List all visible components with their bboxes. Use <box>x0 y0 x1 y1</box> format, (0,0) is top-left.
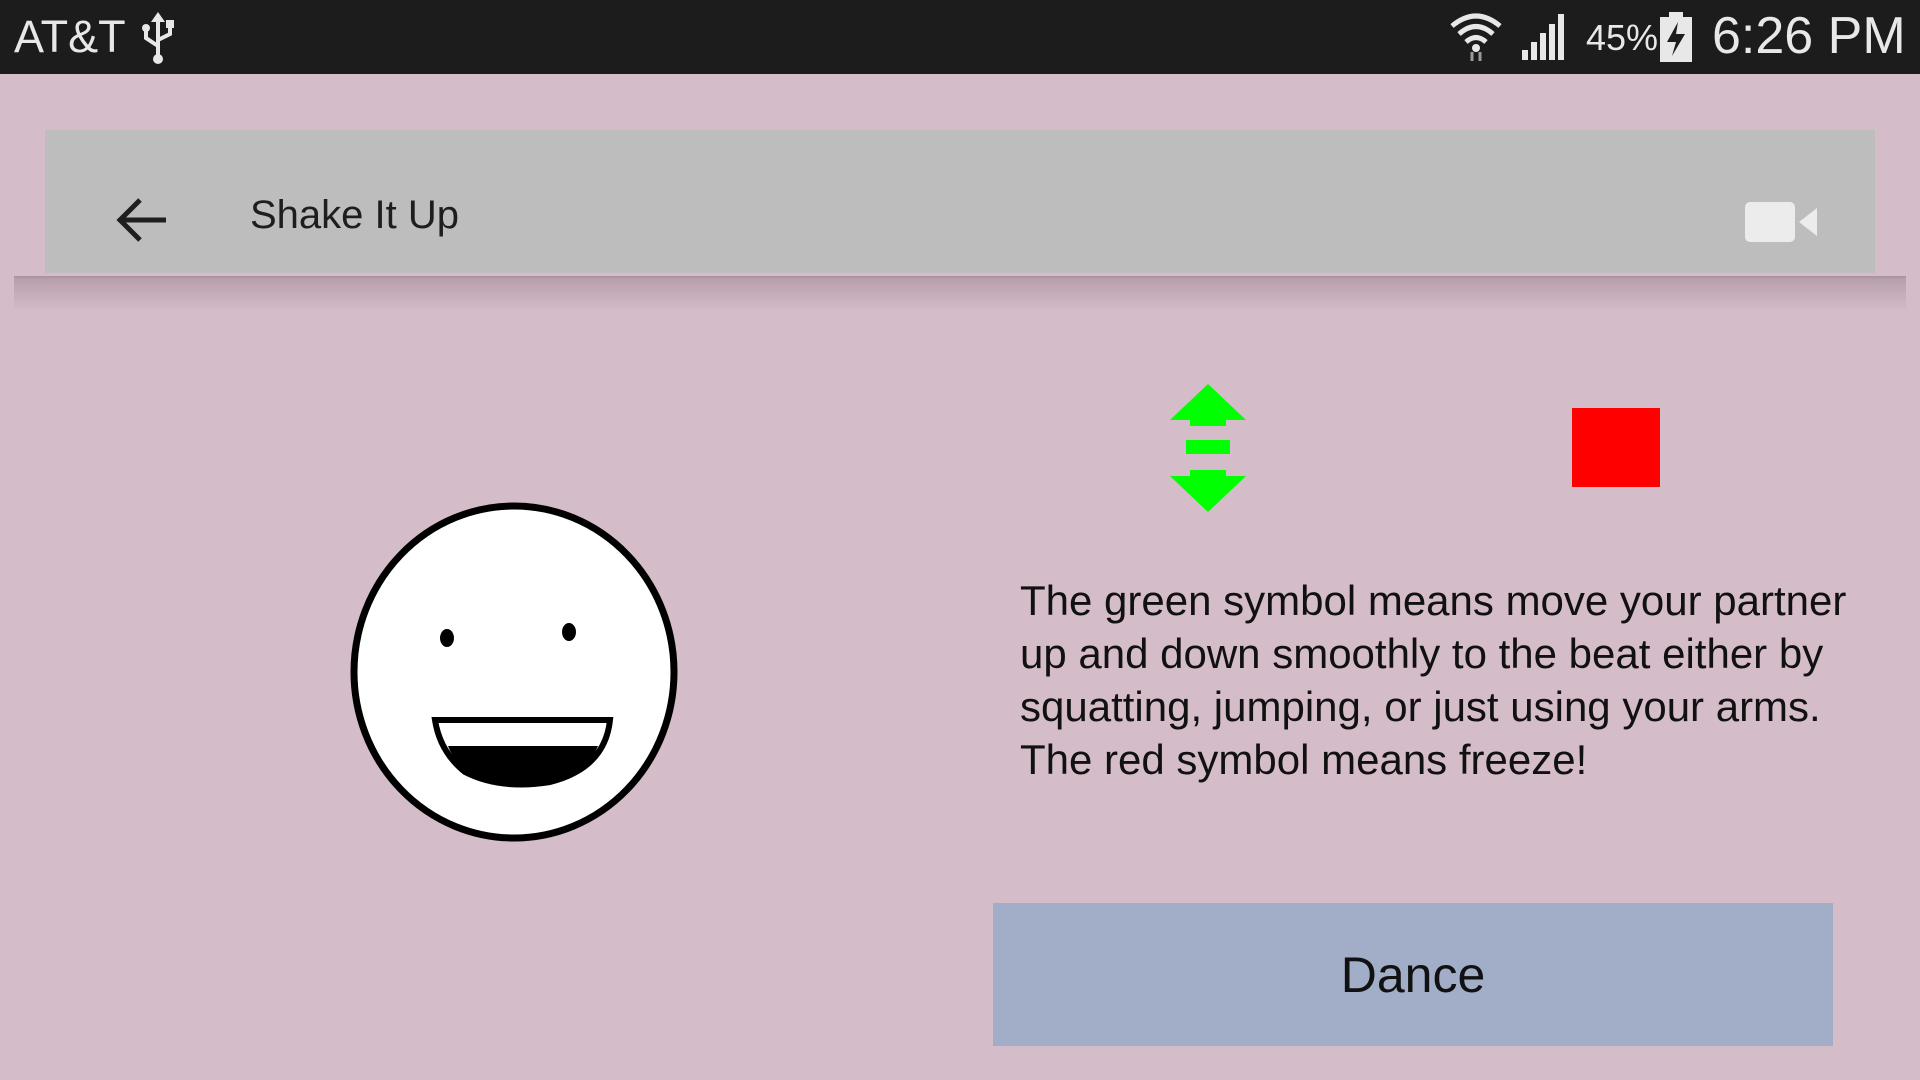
battery-percent: 45% <box>1586 17 1659 58</box>
up-down-arrow-icon <box>1170 384 1246 512</box>
stop-square-icon <box>1572 408 1660 487</box>
usb-icon <box>142 12 174 64</box>
arrow-left-icon <box>116 198 166 242</box>
video-button[interactable] <box>1736 192 1826 252</box>
clock: 6:26 PM <box>1712 7 1906 65</box>
carrier-label: AT&T <box>14 11 126 62</box>
wifi-icon <box>1450 13 1502 61</box>
dance-button[interactable]: Dance <box>993 903 1833 1046</box>
page-title: Shake It Up <box>250 193 460 237</box>
status-bar: AT&T 45% 6:26 PM <box>0 0 1920 74</box>
back-button[interactable] <box>100 185 184 255</box>
video-camera-icon <box>1745 202 1817 242</box>
smiley-face-image <box>350 502 678 842</box>
signal-icon <box>1522 14 1564 60</box>
battery-charging-icon <box>1660 12 1692 62</box>
instruction-text: The green symbol means move your partner… <box>1020 577 1847 783</box>
app-bar-shadow <box>14 276 1906 312</box>
